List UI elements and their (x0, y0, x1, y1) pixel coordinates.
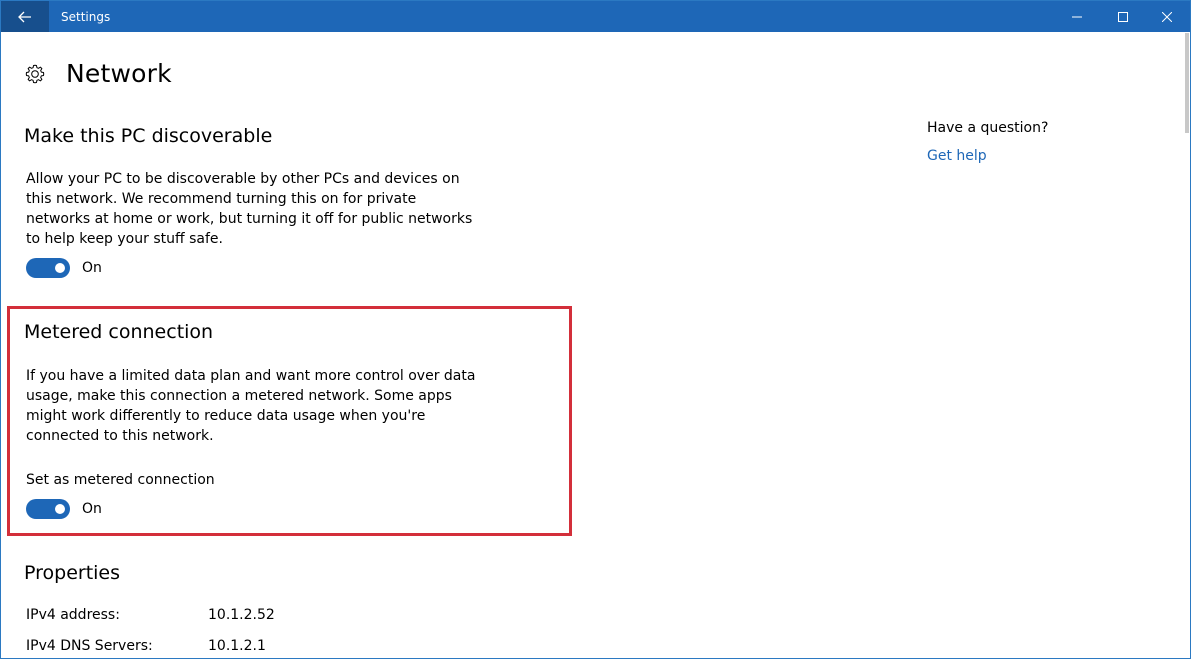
properties-section-title: Properties (24, 562, 121, 584)
minimize-icon (1072, 16, 1082, 17)
toggle-knob (55, 263, 65, 273)
property-label-ipv4-address: IPv4 address: (26, 607, 120, 623)
settings-window: Settings Network Make this PC discoverab… (0, 0, 1191, 659)
get-help-link[interactable]: Get help (927, 146, 987, 166)
help-question: Have a question? (927, 120, 1049, 136)
window-title: Settings (61, 10, 111, 24)
minimize-button[interactable] (1054, 1, 1100, 32)
back-arrow-icon (18, 11, 31, 22)
page-title: Network (66, 59, 172, 88)
maximize-icon (1118, 11, 1128, 22)
discoverable-toggle[interactable] (26, 258, 70, 278)
discoverable-description: Allow your PC to be discoverable by othe… (26, 171, 473, 247)
scrollbar[interactable] (1185, 33, 1189, 133)
title-bar: Settings (1, 1, 1190, 32)
metered-description: If you have a limited data plan and want… (26, 368, 476, 444)
maximize-button[interactable] (1100, 1, 1146, 32)
metered-toggle-state: On (82, 501, 102, 517)
back-button[interactable] (1, 1, 49, 32)
property-value-ipv4-address: 10.1.2.52 (208, 607, 275, 623)
gear-icon (25, 64, 45, 84)
discoverable-section-title: Make this PC discoverable (24, 125, 273, 147)
metered-toggle[interactable] (26, 499, 70, 519)
metered-setting-label: Set as metered connection (26, 472, 215, 488)
property-value-ipv4-dns: 10.1.2.1 (208, 638, 266, 654)
close-button[interactable] (1144, 1, 1190, 32)
metered-section-title: Metered connection (24, 321, 214, 343)
close-icon (1162, 11, 1172, 22)
discoverable-toggle-state: On (82, 260, 102, 276)
toggle-knob (55, 504, 65, 514)
property-label-ipv4-dns: IPv4 DNS Servers: (26, 638, 153, 654)
page-header: Network (24, 58, 172, 90)
